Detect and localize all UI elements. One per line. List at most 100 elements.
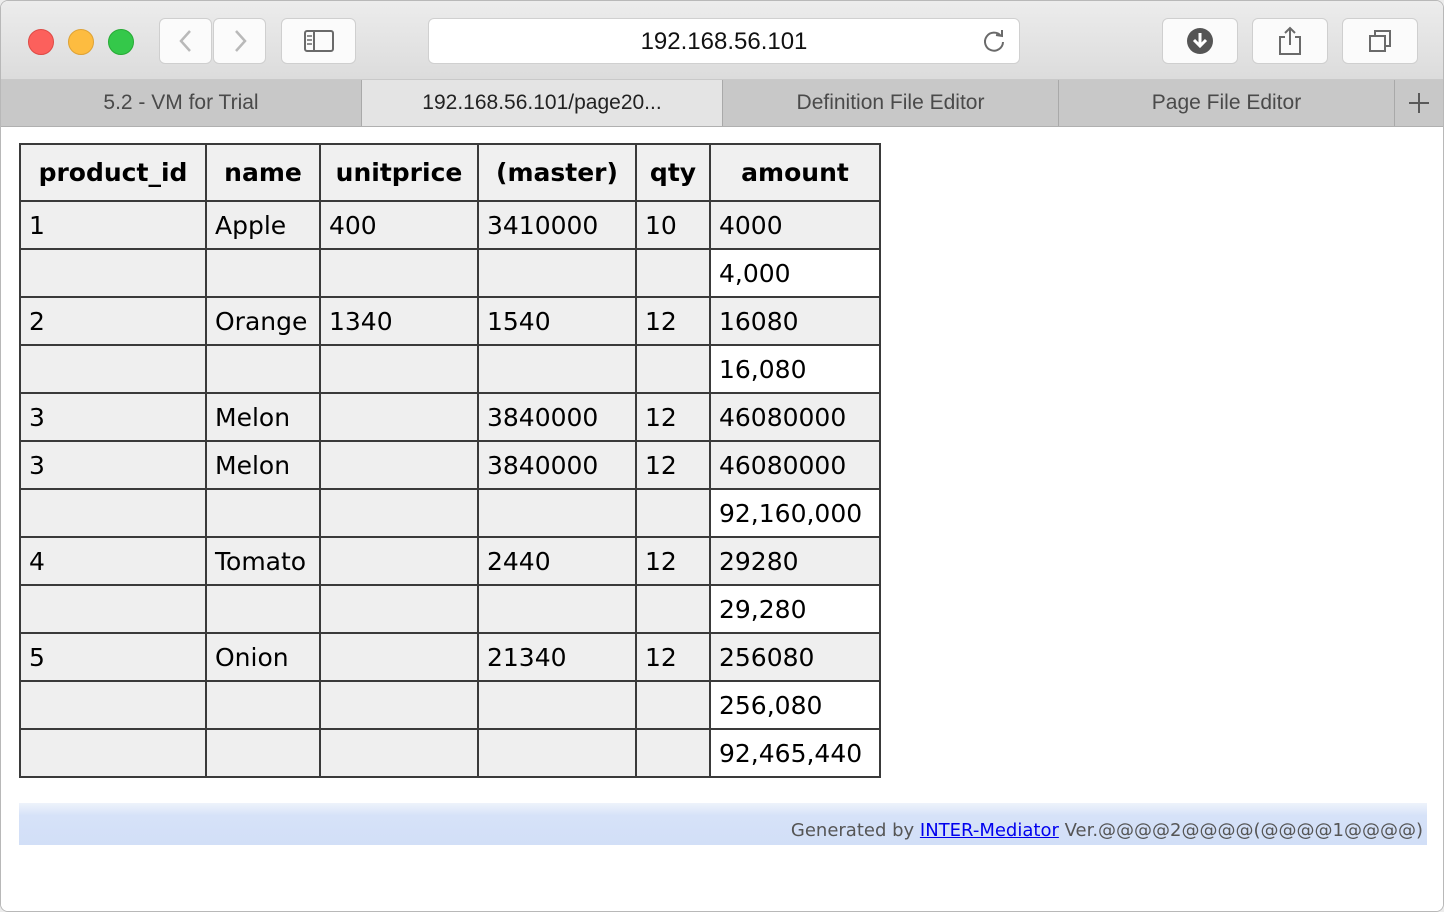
cell-name: Melon: [205, 392, 321, 442]
cell-name: [205, 344, 321, 394]
cell-product-id: [19, 584, 207, 634]
cell-name: [205, 584, 321, 634]
cell-name: Orange: [205, 296, 321, 346]
tab-vm-for-trial[interactable]: 5.2 - VM for Trial: [1, 80, 362, 126]
cell-unitprice: [319, 536, 479, 586]
table-header-row: product_id name unitprice (master) qty a…: [19, 143, 881, 202]
header-product-id: product_id: [19, 143, 207, 202]
cell-unitprice: 400: [319, 200, 479, 250]
cell-name: [205, 680, 321, 730]
cell-product-id: [19, 248, 207, 298]
close-window-button[interactable]: [28, 29, 54, 55]
generated-by-footer: Generated by INTER-Mediator Ver.@@@@2@@@…: [19, 803, 1427, 845]
cell-name: [205, 488, 321, 538]
minimize-window-button[interactable]: [68, 29, 94, 55]
cell-product-id: [19, 344, 207, 394]
cell-subtotal: 92,160,000: [709, 488, 881, 538]
address-text: 192.168.56.101: [640, 28, 808, 55]
cell-product-id: 3: [19, 392, 207, 442]
subtotal-row: 4,000: [19, 248, 881, 298]
cell-master: [477, 680, 637, 730]
header-name: name: [205, 143, 321, 202]
cell-product-id: 5: [19, 632, 207, 682]
table-row: 3 Melon 3840000 12 46080000: [19, 440, 881, 490]
cell-product-id: 4: [19, 536, 207, 586]
share-icon: [1279, 26, 1301, 55]
cell-amount: 46080000: [709, 440, 881, 490]
cell-master: 3410000: [477, 200, 637, 250]
forward-button[interactable]: [213, 18, 266, 64]
table-row: 4 Tomato 2440 12 29280: [19, 536, 881, 586]
back-icon: [178, 30, 191, 52]
tab-page-file-editor[interactable]: Page File Editor: [1059, 80, 1395, 126]
browser-window: 192.168.56.101 5.2 - VM for Trial 192.16…: [0, 0, 1444, 912]
cell-qty: [635, 248, 711, 298]
tab-bar: 5.2 - VM for Trial 192.168.56.101/page20…: [1, 80, 1443, 127]
cell-subtotal: 4,000: [709, 248, 881, 298]
cell-unitprice: [319, 728, 479, 778]
header-master: (master): [477, 143, 637, 202]
cell-product-id: 2: [19, 296, 207, 346]
subtotal-row: 256,080: [19, 680, 881, 730]
tabs-icon: [1369, 30, 1391, 52]
header-amount: amount: [709, 143, 881, 202]
cell-master: 3840000: [477, 392, 637, 442]
header-qty: qty: [635, 143, 711, 202]
cell-qty: 12: [635, 536, 711, 586]
cell-qty: 12: [635, 440, 711, 490]
cell-subtotal: 256,080: [709, 680, 881, 730]
cell-product-id: [19, 680, 207, 730]
share-button[interactable]: [1252, 18, 1328, 64]
cell-unitprice: [319, 344, 479, 394]
cell-amount: 4000: [709, 200, 881, 250]
cell-amount: 16080: [709, 296, 881, 346]
tab-definition-file-editor[interactable]: Definition File Editor: [723, 80, 1059, 126]
cell-subtotal: 29,280: [709, 584, 881, 634]
subtotal-row: 16,080: [19, 344, 881, 394]
table-row: 5 Onion 21340 12 256080: [19, 632, 881, 682]
cell-qty: 12: [635, 296, 711, 346]
download-button[interactable]: [1162, 18, 1238, 64]
back-button[interactable]: [159, 18, 212, 64]
cell-unitprice: [319, 392, 479, 442]
cell-master: [477, 248, 637, 298]
cell-master: 1540: [477, 296, 637, 346]
cell-amount: 29280: [709, 536, 881, 586]
cell-master: [477, 584, 637, 634]
cell-qty: [635, 344, 711, 394]
cell-unitprice: [319, 488, 479, 538]
cell-product-id: 3: [19, 440, 207, 490]
address-bar[interactable]: 192.168.56.101: [428, 18, 1020, 64]
sidebar-button[interactable]: [281, 18, 356, 64]
table-row: 1 Apple 400 3410000 10 4000: [19, 200, 881, 250]
sidebar-icon: [303, 30, 334, 52]
cell-unitprice: 1340: [319, 296, 479, 346]
new-tab-icon: [1409, 93, 1429, 113]
page-content: product_id name unitprice (master) qty a…: [1, 127, 1443, 911]
cell-product-id: 1: [19, 200, 207, 250]
tabs-overview-button[interactable]: [1342, 18, 1418, 64]
reload-icon[interactable]: [981, 28, 1007, 54]
inter-mediator-link[interactable]: INTER-Mediator: [920, 820, 1059, 841]
cell-amount: 256080: [709, 632, 881, 682]
cell-name: [205, 728, 321, 778]
subtotal-row: 29,280: [19, 584, 881, 634]
cell-unitprice: [319, 440, 479, 490]
forward-icon: [234, 30, 247, 52]
table-row: 3 Melon 3840000 12 46080000: [19, 392, 881, 442]
cell-qty: [635, 728, 711, 778]
cell-unitprice: [319, 584, 479, 634]
download-icon: [1187, 28, 1213, 54]
cell-product-id: [19, 728, 207, 778]
cell-qty: 10: [635, 200, 711, 250]
cell-unitprice: [319, 632, 479, 682]
footer-prefix: Generated by: [790, 820, 920, 841]
tab-page[interactable]: 192.168.56.101/page20...: [362, 80, 723, 126]
cell-name: Melon: [205, 440, 321, 490]
zoom-window-button[interactable]: [108, 29, 134, 55]
cell-master: 21340: [477, 632, 637, 682]
cell-master: 3840000: [477, 440, 637, 490]
new-tab-button[interactable]: [1395, 80, 1443, 126]
cell-master: [477, 344, 637, 394]
cell-unitprice: [319, 680, 479, 730]
